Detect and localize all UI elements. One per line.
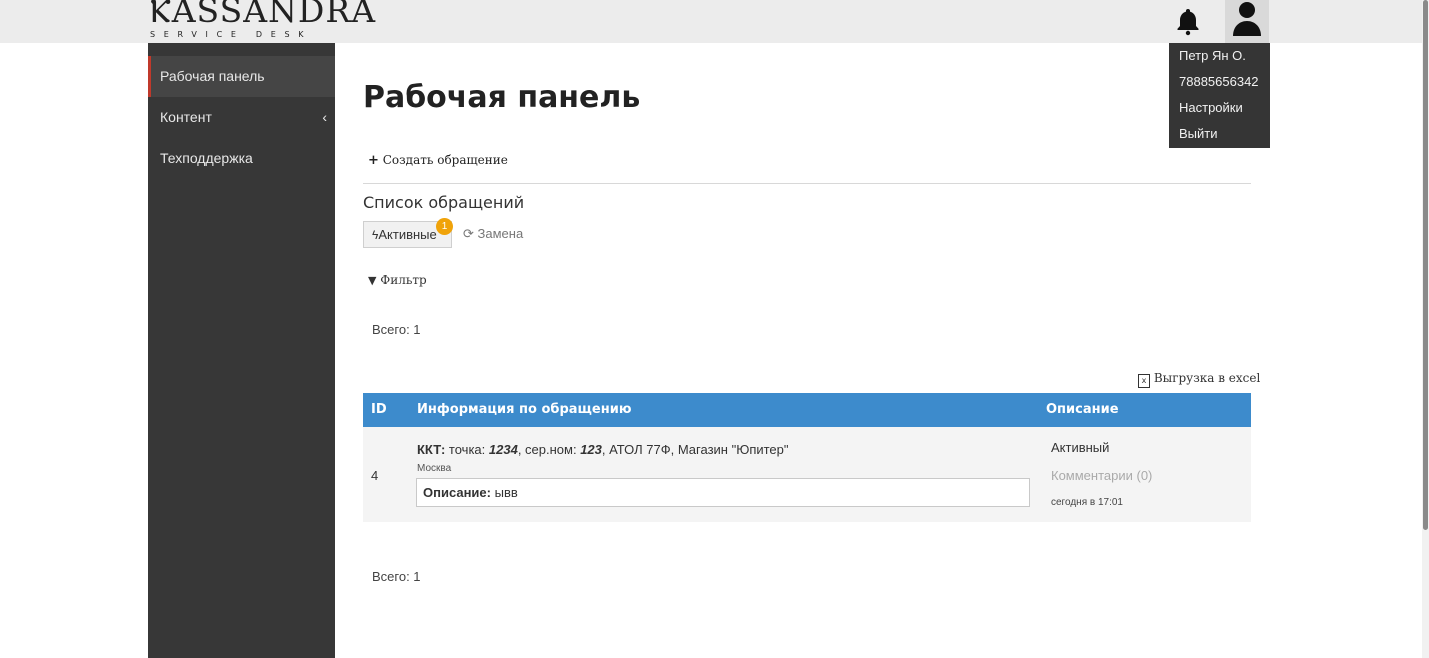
ticket-status: Активный (1051, 440, 1110, 455)
sidebar: Рабочая панель Контент ‹ Техподдержка (148, 43, 335, 658)
column-header-id[interactable]: ID (371, 393, 387, 427)
page-scrollbar[interactable] (1422, 0, 1429, 658)
total-count-bottom: Всего: 1 (372, 569, 421, 584)
ticket-details: , АТОЛ 77Ф, Магазин "Юпитер" (601, 442, 789, 457)
user-name: Петр Ян О. (1179, 48, 1246, 63)
sidebar-item-dashboard[interactable]: Рабочая панель (148, 56, 335, 97)
sidebar-item-label: Техподдержка (160, 150, 253, 166)
plus-icon: + (368, 153, 379, 168)
excel-icon: x (1138, 374, 1150, 388)
user-icon (1233, 2, 1261, 36)
tab-replacement[interactable]: ⟳ Замена (463, 226, 523, 242)
excel-label: Выгрузка в excel (1153, 371, 1261, 385)
tab-label: Активные (378, 227, 437, 242)
settings-link[interactable]: Настройки (1179, 100, 1243, 115)
create-ticket-label: Создать обращение (382, 153, 508, 167)
logo-sub-text: SERVICE DESK (150, 30, 313, 39)
point-text: точка: (448, 442, 486, 457)
table-row[interactable]: 4 ККТ: точка: 1234, сер.ном: 123, АТОЛ 7… (363, 427, 1251, 522)
serial-value: 123 (580, 442, 602, 457)
table-header: ID Информация по обращению Описание (363, 393, 1251, 427)
ticket-id: 4 (371, 468, 379, 483)
ticket-city: Москва (417, 463, 452, 474)
logout-link[interactable]: Выйти (1179, 126, 1218, 141)
user-dropdown: Петр Ян О. 78885656342 Настройки Выйти (1169, 43, 1270, 148)
column-header-info[interactable]: Информация по обращению (417, 393, 631, 427)
logo[interactable]: ⲔASSANDRA SERVICE DESK (150, 0, 375, 43)
tab-label: Замена (477, 226, 524, 241)
ticket-description: Описание: ывв (416, 478, 1030, 507)
count-badge: 1 (436, 218, 453, 235)
filter-icon: ▼ (368, 274, 377, 287)
sidebar-item-support[interactable]: Техподдержка (148, 138, 335, 179)
user-phone: 78885656342 (1179, 74, 1259, 89)
divider (363, 183, 1251, 184)
bell-icon[interactable] (1172, 5, 1204, 37)
serial-text: , сер.ном: (517, 442, 577, 457)
filter-label: Фильтр (380, 273, 427, 287)
sidebar-item-label: Контент (160, 109, 212, 125)
sidebar-item-content[interactable]: Контент ‹ (148, 97, 335, 138)
column-header-description[interactable]: Описание (1046, 393, 1119, 427)
refresh-icon: ⟳ (463, 226, 474, 241)
point-value: 1234 (488, 442, 518, 457)
sidebar-item-label: Рабочая панель (160, 68, 265, 84)
filter-toggle[interactable]: ▼ Фильтр (368, 273, 427, 287)
ticket-time: сегодня в 17:01 (1051, 497, 1123, 508)
description-value: ывв (494, 485, 518, 500)
logo-main-text: ⲔASSANDRA (150, 0, 377, 30)
user-menu-button[interactable] (1225, 0, 1269, 43)
scrollbar-thumb[interactable] (1423, 0, 1428, 530)
comments-link[interactable]: Комментарии (0) (1051, 468, 1152, 483)
kkt-label: ККТ: (417, 442, 446, 457)
chevron-left-icon: ‹ (322, 109, 327, 125)
list-title: Список обращений (363, 193, 525, 212)
page-title: Рабочая панель (363, 80, 641, 115)
create-ticket-link[interactable]: + Создать обращение (368, 153, 508, 168)
description-label: Описание: (423, 485, 491, 500)
excel-export-link[interactable]: x Выгрузка в excel (1138, 371, 1260, 388)
total-count-top: Всего: 1 (372, 322, 421, 337)
ticket-info[interactable]: ККТ: точка: 1234, сер.ном: 123, АТОЛ 77Ф… (417, 442, 789, 457)
